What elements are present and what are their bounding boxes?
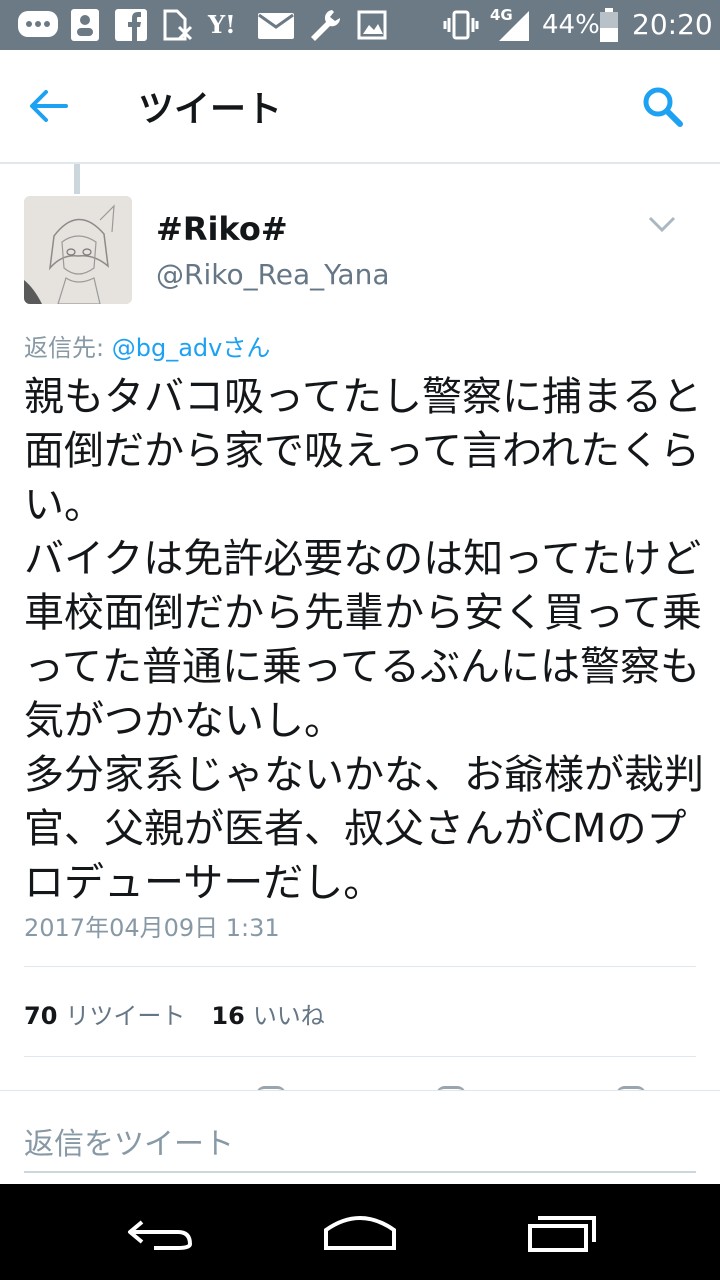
battery-percent: 44%	[542, 10, 600, 40]
like-count[interactable]: 16	[211, 1002, 244, 1030]
retweet-label[interactable]: リツイート	[65, 996, 185, 1031]
thread-connector	[74, 164, 80, 194]
au-mail-icon	[256, 8, 296, 42]
nav-home-button[interactable]	[322, 1208, 398, 1256]
avatar[interactable]	[24, 196, 132, 304]
reply-mention-suffix: さん	[222, 334, 271, 362]
display-name[interactable]: #Riko#	[156, 210, 288, 248]
status-bar: Y! 4G 44% 20:20	[0, 0, 720, 50]
search-icon	[643, 87, 683, 127]
back-button[interactable]	[26, 86, 70, 126]
app-bar: ツイート	[0, 50, 720, 164]
no-sim-icon	[160, 8, 194, 42]
contacts-icon	[68, 8, 102, 42]
page-title: ツイート	[138, 89, 283, 130]
tweet-stats: 70 リツイート 16 いいね	[24, 996, 351, 1031]
wrench-icon	[306, 8, 344, 42]
yahoo-icon: Y!	[208, 10, 236, 39]
avatar-sketch-image	[24, 196, 132, 304]
tweet-text: 親もタバコ吸ってたし警察に捕まると面倒だから家で吸えって言われたくらい。 バイク…	[24, 374, 704, 906]
reply-input[interactable]: 返信をツイート	[24, 1119, 234, 1163]
facebook-icon	[114, 8, 148, 42]
reply-to-line: 返信先: @bg_advさん	[24, 328, 270, 363]
signal-icon	[492, 8, 532, 42]
home-icon	[324, 1216, 396, 1250]
more-options-button[interactable]	[646, 214, 678, 236]
reply-mention-handle: @bg_adv	[111, 334, 223, 362]
system-nav-bar	[0, 1184, 720, 1280]
like-label[interactable]: いいね	[253, 996, 325, 1031]
tweet-timestamp: 2017年04月09日 1:31	[24, 914, 280, 942]
recents-icon	[528, 1216, 596, 1252]
back-arrow-icon	[128, 1220, 192, 1250]
divider	[24, 966, 696, 967]
arrow-left-icon	[30, 90, 68, 122]
clock: 20:20	[632, 8, 713, 41]
nav-back-button[interactable]	[124, 1208, 196, 1256]
message-icon	[16, 8, 60, 42]
search-button[interactable]	[640, 84, 686, 130]
reply-input-underline	[24, 1171, 696, 1173]
user-handle[interactable]: @Riko_Rea_Yana	[156, 258, 389, 291]
reply-mention-link[interactable]: @bg_advさん	[112, 334, 271, 362]
nav-recents-button[interactable]	[524, 1208, 598, 1256]
vibrate-icon	[442, 8, 480, 42]
battery-icon	[598, 8, 620, 42]
chevron-down-icon	[648, 216, 676, 233]
retweet-count[interactable]: 70	[24, 1002, 57, 1030]
reply-composer[interactable]: 返信をツイート	[0, 1090, 720, 1185]
divider	[24, 1056, 696, 1057]
reply-to-prefix: 返信先:	[24, 334, 105, 362]
image-icon	[356, 8, 388, 42]
